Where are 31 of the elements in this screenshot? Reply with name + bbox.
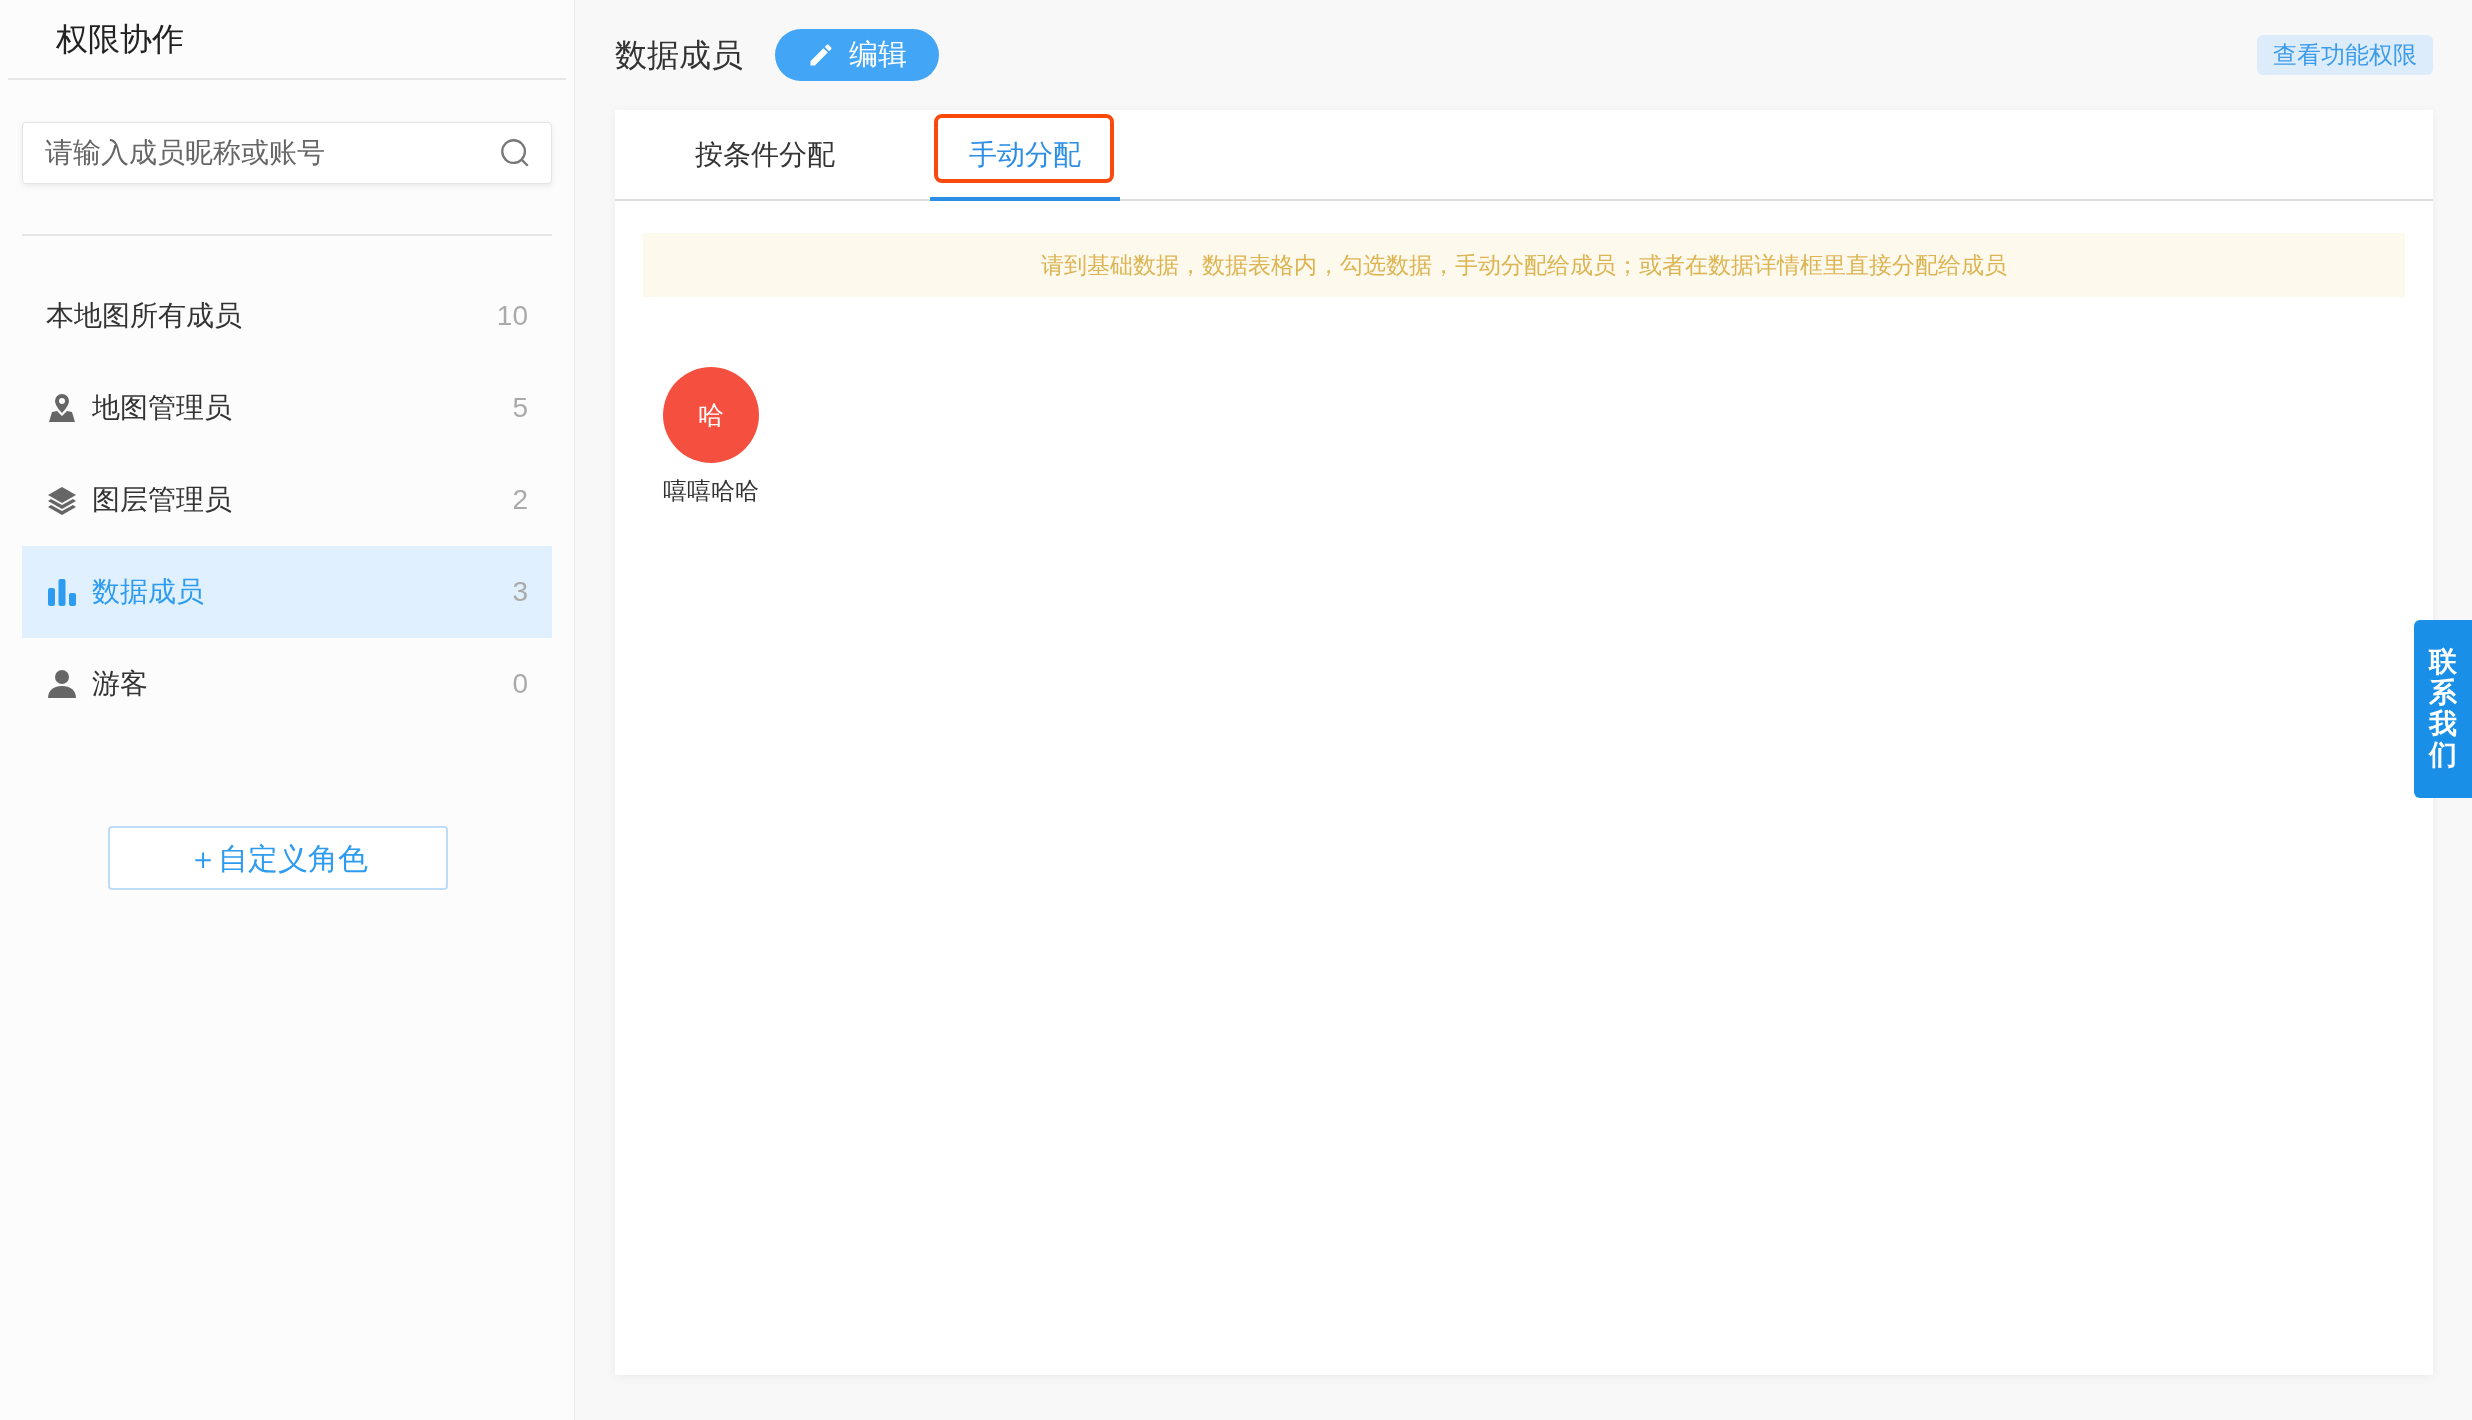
sidebar-title: 权限协作 xyxy=(56,20,184,59)
add-role-button[interactable]: ＋自定义角色 xyxy=(108,826,448,890)
role-count: 2 xyxy=(512,483,528,517)
contact-us-tab[interactable]: 联系我们 xyxy=(2414,620,2472,798)
search-field[interactable]: 请输入成员昵称或账号 xyxy=(22,122,552,184)
user-icon xyxy=(46,668,78,700)
role-label: 地图管理员 xyxy=(92,391,233,425)
member-name: 嘻嘻哈哈 xyxy=(663,476,759,506)
edit-button[interactable]: 编辑 xyxy=(775,29,939,81)
map-person-icon xyxy=(46,392,78,424)
role-item[interactable]: 图层管理员 2 xyxy=(22,454,552,546)
role-item[interactable]: 本地图所有成员 10 xyxy=(22,270,552,362)
role-label: 本地图所有成员 xyxy=(46,299,243,333)
bar-chart-icon xyxy=(46,576,78,608)
role-label: 游客 xyxy=(92,667,149,701)
role-count: 3 xyxy=(512,575,528,609)
tab[interactable]: 手动分配 xyxy=(930,112,1120,201)
tab[interactable]: 按条件分配 xyxy=(670,112,860,201)
role-label: 图层管理员 xyxy=(92,483,233,517)
notice-banner: 请到基础数据，数据表格内，勾选数据，手动分配给成员；或者在数据详情框里直接分配给成员 xyxy=(643,233,2405,297)
page-title: 数据成员 xyxy=(615,36,743,75)
view-permissions-button[interactable]: 查看功能权限 xyxy=(2257,35,2433,75)
role-item[interactable]: 数据成员 3 xyxy=(22,546,552,638)
role-count: 0 xyxy=(512,667,528,701)
role-item[interactable]: 地图管理员 5 xyxy=(22,362,552,454)
layers-icon xyxy=(46,484,78,516)
role-count: 10 xyxy=(496,299,528,333)
role-label: 数据成员 xyxy=(92,575,205,609)
member-avatar[interactable]: 哈 xyxy=(663,367,759,463)
role-item[interactable]: 游客 0 xyxy=(22,638,552,730)
role-count: 5 xyxy=(512,391,528,425)
